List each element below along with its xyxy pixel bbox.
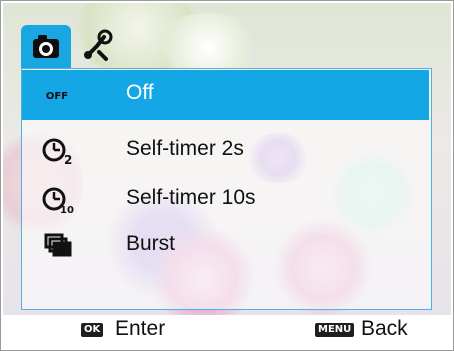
menu-item-label: Self-timer 10s — [126, 186, 256, 209]
settings-icon — [84, 29, 113, 61]
svg-text:10: 10 — [60, 205, 74, 216]
tab-settings[interactable] — [75, 25, 119, 69]
off-icon-text: OFF — [46, 91, 68, 102]
menu-item-label: Self-timer 2s — [126, 137, 244, 160]
menu-item-self-timer-2s[interactable]: 2 Self-timer 2s — [22, 126, 429, 176]
menu-item-label: Burst — [126, 232, 176, 255]
menu-item-label: Off — [126, 81, 154, 104]
menu-key-badge: MENU — [315, 323, 355, 337]
burst-icon — [44, 233, 72, 257]
self-timer-2s-icon: 2 — [42, 138, 72, 167]
off-icon: OFF — [46, 91, 68, 102]
svg-text:2: 2 — [64, 153, 72, 167]
camera-menu-screen: OFF Off 2 Self-timer 2s 10 Self-timer 10… — [0, 0, 454, 351]
menu-item-off[interactable]: OFF Off — [22, 70, 429, 120]
footer-bar: OK Enter MENU Back — [3, 315, 451, 350]
self-timer-10s-icon: 10 — [42, 187, 74, 216]
tab-camera[interactable] — [21, 25, 71, 69]
camera-icon — [33, 35, 59, 58]
enter-label[interactable]: Enter — [115, 317, 165, 341]
menu-item-burst[interactable]: Burst — [22, 221, 429, 271]
ok-key-badge: OK — [81, 323, 104, 337]
menu-item-self-timer-10s[interactable]: 10 Self-timer 10s — [22, 175, 429, 225]
back-label[interactable]: Back — [361, 317, 408, 341]
